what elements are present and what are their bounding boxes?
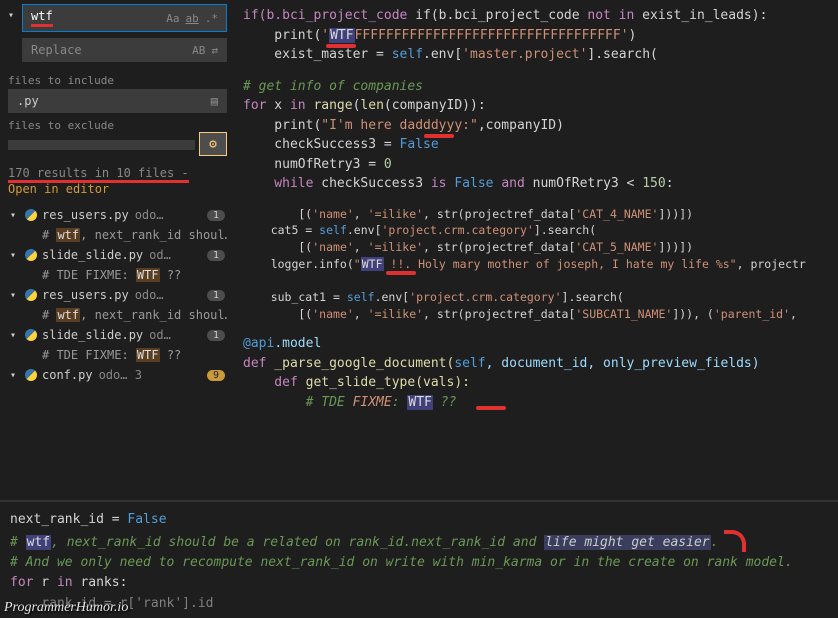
file-name: conf.py	[42, 368, 93, 382]
file-row[interactable]: ▾ conf.py odo… 3 9	[8, 364, 227, 386]
file-row[interactable]: ▾ slide_slide.py od… 1	[8, 244, 227, 266]
snippet-1: if(b.bci_project_code if(b.bci_project_c…	[237, 2, 836, 69]
match-count-badge: 1	[207, 330, 225, 341]
chevron-down-icon[interactable]: ▾	[10, 290, 20, 301]
results-summary: 170 results in 10 files -	[8, 166, 227, 180]
gear-icon[interactable]: ⚙	[199, 132, 227, 156]
file-row[interactable]: ▾ res_users.py odo… 1	[8, 204, 227, 226]
file-row[interactable]: ▾ res_users.py odo… 1	[8, 284, 227, 306]
files-exclude-label: files to exclude	[8, 119, 227, 132]
watermark: ProgrammerHumor.io	[4, 600, 128, 616]
chevron-down-icon[interactable]: ▾	[10, 250, 20, 261]
preserve-case-icon[interactable]: AB	[192, 44, 205, 57]
search-sidebar: ▾ wtf Aa ab .* Replace AB ⇄	[0, 0, 235, 500]
toggle-replace-chevron[interactable]: ▾	[8, 10, 18, 21]
files-include-label: files to include	[8, 74, 227, 87]
snippet-4: @api.model def _parse_google_document(se…	[237, 330, 836, 416]
match-count-badge: 1	[207, 250, 225, 261]
match-case-icon[interactable]: Aa	[166, 12, 179, 25]
python-file-icon	[24, 248, 38, 262]
files-include-input[interactable]: .py ▤	[8, 89, 227, 113]
chevron-down-icon[interactable]: ▾	[10, 370, 20, 381]
footer-snippet: next_rank_id = False # wtf, next_rank_id…	[0, 500, 838, 616]
open-in-editor-link[interactable]: Open in editor	[8, 182, 227, 196]
match-line[interactable]: # TDE FIXME: WTF ??	[8, 266, 227, 284]
file-name: slide_slide.py	[42, 328, 143, 342]
results-tree: ▾ res_users.py odo… 1 # wtf, next_rank_id sh…	[8, 204, 227, 386]
match-line[interactable]: # wtf, next_rank_id shoul…	[8, 226, 227, 244]
match-count-badge: 1	[207, 290, 225, 301]
file-row[interactable]: ▾ slide_slide.py od… 1	[8, 324, 227, 346]
search-value: wtf	[31, 9, 53, 27]
file-path: odo… 3	[99, 368, 142, 382]
python-file-icon	[24, 368, 38, 382]
code-snippets: if(b.bci_project_code if(b.bci_project_c…	[235, 0, 838, 500]
files-include-value: .py	[17, 94, 39, 108]
file-name: res_users.py	[42, 288, 129, 302]
file-path: odo…	[135, 208, 164, 222]
snippet-3: [('name', '=ilike', str(projectref_data[…	[237, 202, 836, 327]
chevron-down-icon[interactable]: ▾	[10, 210, 20, 221]
search-input[interactable]: wtf Aa ab .*	[22, 4, 227, 32]
python-file-icon	[24, 288, 38, 302]
regex-icon[interactable]: .*	[205, 12, 218, 25]
replace-all-icon[interactable]: ⇄	[211, 44, 218, 57]
files-exclude-input[interactable]	[8, 140, 195, 150]
match-word-icon[interactable]: ab	[186, 12, 199, 25]
file-path: odo…	[135, 288, 164, 302]
match-line[interactable]: # wtf, next_rank_id shoul…	[8, 306, 227, 324]
snippet-2: # get info of companies for x in range(l…	[237, 73, 836, 198]
file-name: slide_slide.py	[42, 248, 143, 262]
python-file-icon	[24, 328, 38, 342]
match-count-badge: 9	[207, 370, 225, 381]
file-name: res_users.py	[42, 208, 129, 222]
file-path: od…	[149, 248, 171, 262]
replace-placeholder: Replace	[31, 43, 82, 57]
match-line[interactable]: # TDE FIXME: WTF ??	[8, 346, 227, 364]
file-path: od…	[149, 328, 171, 342]
python-file-icon	[24, 208, 38, 222]
replace-input[interactable]: Replace AB ⇄	[22, 38, 227, 62]
book-icon[interactable]: ▤	[211, 94, 218, 108]
match-count-badge: 1	[207, 210, 225, 221]
chevron-down-icon[interactable]: ▾	[10, 330, 20, 341]
